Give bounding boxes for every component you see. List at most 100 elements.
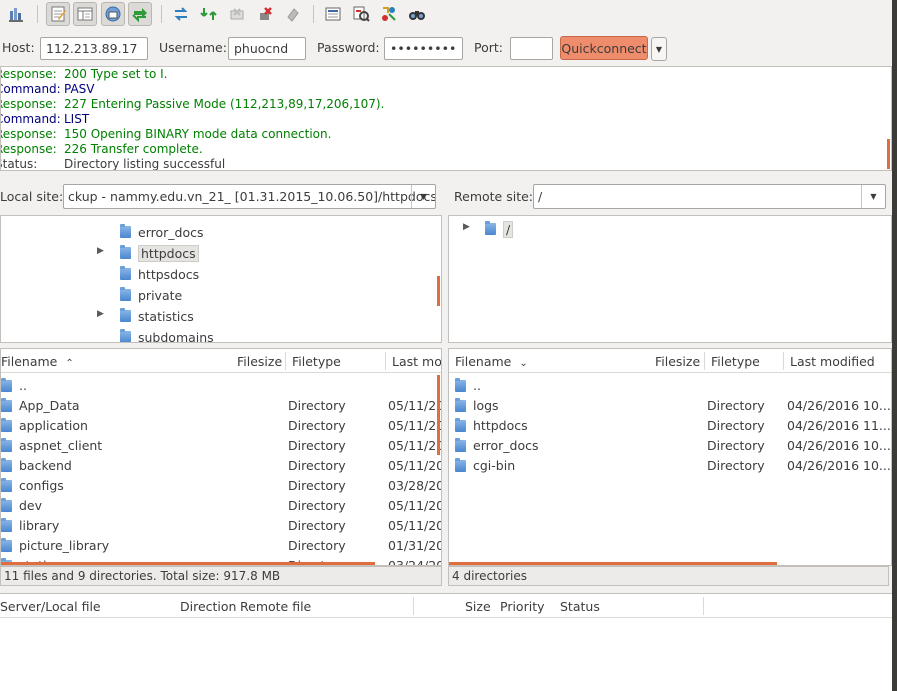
column-size[interactable]: Size: [465, 599, 491, 614]
expand-arrow-icon[interactable]: ▶: [97, 309, 104, 319]
toggle-remote-tree-icon[interactable]: [101, 2, 125, 26]
tree-item[interactable]: subdomains: [120, 327, 214, 343]
log-message: LIST: [64, 112, 90, 126]
file-row[interactable]: aspnet_client Directory 05/11/20: [1, 435, 441, 455]
column-last-modified[interactable]: Last modified: [790, 354, 875, 369]
column-priority[interactable]: Priority: [500, 599, 545, 614]
folder-icon: [120, 308, 131, 322]
folder-icon: [120, 329, 131, 342]
file-name-cell: dev: [1, 497, 42, 513]
cancel-icon[interactable]: [225, 2, 249, 26]
column-status[interactable]: Status: [560, 599, 600, 614]
transfer-queue[interactable]: Server/Local file Direction Remote file …: [0, 593, 892, 691]
reconnect-icon[interactable]: [281, 2, 305, 26]
file-row[interactable]: ..: [449, 375, 891, 395]
file-row[interactable]: configs Directory 03/28/20: [1, 475, 441, 495]
file-row[interactable]: logs Directory 04/26/2016 10...: [449, 395, 891, 415]
port-input[interactable]: [510, 37, 553, 60]
local-list-hscrollbar[interactable]: [1, 562, 375, 565]
file-row[interactable]: backend Directory 05/11/20: [1, 455, 441, 475]
tree-item[interactable]: private: [120, 285, 182, 305]
file-type-cell: Directory: [288, 478, 346, 493]
file-row[interactable]: ..: [1, 375, 441, 395]
file-name: App_Data: [19, 398, 80, 413]
expand-arrow-icon[interactable]: ▶: [97, 246, 104, 256]
local-tree-scrollbar[interactable]: [437, 276, 440, 306]
tree-item-selected[interactable]: httpdocs: [120, 243, 199, 263]
column-filename[interactable]: Filename ⌄: [455, 354, 528, 369]
column-server-local-file[interactable]: Server/Local file: [0, 599, 101, 614]
log-scrollbar[interactable]: [887, 139, 890, 169]
tree-item[interactable]: error_docs: [120, 222, 203, 242]
local-list-vscrollbar[interactable]: [437, 375, 440, 455]
dir-comparison-icon[interactable]: [349, 2, 373, 26]
column-filesize[interactable]: Filesize: [237, 354, 282, 369]
remote-site-label: Remote site:: [454, 189, 533, 204]
password-input[interactable]: [384, 37, 463, 60]
toggle-queue-icon[interactable]: [128, 2, 152, 26]
file-row[interactable]: error_docs Directory 04/26/2016 10...: [449, 435, 891, 455]
file-row[interactable]: dev Directory 05/11/20: [1, 495, 441, 515]
remote-directory-tree[interactable]: ▶ /: [448, 215, 892, 343]
log-message: 200 Type set to I.: [64, 67, 168, 81]
message-log[interactable]: Response: 200 Type set to I. Command: PASV…: [0, 66, 892, 171]
remote-file-list[interactable]: Filename ⌄ Filesize Filetype Last modifi…: [448, 348, 892, 566]
file-row[interactable]: library Directory 05/11/20: [1, 515, 441, 535]
host-input[interactable]: [40, 37, 148, 60]
column-filesize[interactable]: Filesize: [655, 354, 700, 369]
file-name-cell: ..: [1, 377, 27, 393]
column-filetype[interactable]: Filetype: [292, 354, 341, 369]
column-last-modified[interactable]: Last mod: [392, 354, 441, 369]
file-name-cell: App_Data: [1, 397, 80, 413]
file-name-cell: backend: [1, 457, 72, 473]
refresh-icon[interactable]: [169, 2, 193, 26]
remote-list-hscrollbar[interactable]: [449, 562, 777, 565]
file-row[interactable]: picture_library Directory 01/31/20: [1, 535, 441, 555]
disconnect-icon[interactable]: [253, 2, 277, 26]
toggle-message-log-icon[interactable]: [46, 2, 70, 26]
folder-icon: [1, 537, 12, 552]
remote-site-dropdown[interactable]: ▼: [861, 185, 885, 208]
quickconnect-button[interactable]: Quickconnect: [560, 36, 648, 60]
file-row[interactable]: httpdocs Directory 04/26/2016 11...: [449, 415, 891, 435]
directory-listing-filters-icon[interactable]: [321, 2, 345, 26]
tree-item-label: subdomains: [138, 329, 214, 343]
file-type-cell: Directory: [288, 438, 346, 453]
file-name-cell: application: [1, 417, 88, 433]
sync-browsing-icon[interactable]: [377, 2, 401, 26]
tree-item-label: error_docs: [138, 224, 204, 240]
file-name: logs: [473, 398, 499, 413]
search-remote-icon[interactable]: [405, 2, 429, 26]
file-modified-cell: 03/24/20: [388, 558, 442, 566]
local-file-list[interactable]: Filename ⌃ Filesize Filetype Last mod ..…: [0, 348, 442, 566]
column-filetype[interactable]: Filetype: [711, 354, 760, 369]
username-label: Username:: [159, 40, 227, 55]
tree-item[interactable]: statistics: [120, 306, 194, 326]
file-row[interactable]: application Directory 05/11/20: [1, 415, 441, 435]
file-row[interactable]: cgi-bin Directory 04/26/2016 10...: [449, 455, 891, 475]
tree-item[interactable]: httpsdocs: [120, 264, 199, 284]
toggle-local-tree-icon[interactable]: [73, 2, 97, 26]
site-manager-icon[interactable]: [4, 2, 28, 26]
local-file-list-header: Filename ⌃ Filesize Filetype Last mod: [1, 349, 441, 373]
local-site-path-input[interactable]: ckup - nammy.edu.vn_21_ [01.31.2015_10.0…: [63, 184, 436, 209]
process-queue-icon[interactable]: [197, 2, 221, 26]
column-remote-file[interactable]: Remote file: [240, 599, 311, 614]
column-direction[interactable]: Direction: [180, 599, 236, 614]
expand-arrow-icon[interactable]: ▶: [463, 222, 470, 232]
quickconnect-history-dropdown[interactable]: ▼: [651, 37, 667, 61]
remote-site-path-input[interactable]: / ▼: [533, 184, 886, 209]
local-site-dropdown[interactable]: ▼: [411, 185, 435, 208]
file-type-cell: Directory: [707, 458, 765, 473]
file-row[interactable]: App_Data Directory 05/11/20: [1, 395, 441, 415]
file-name: ..: [473, 378, 481, 393]
file-modified-cell: 01/31/20: [388, 538, 442, 553]
username-input[interactable]: [228, 37, 306, 60]
chevron-down-icon: ▼: [420, 192, 427, 201]
chevron-down-icon: ▼: [655, 44, 663, 54]
file-name-cell: cgi-bin: [455, 457, 515, 473]
column-filename[interactable]: Filename ⌃: [1, 354, 74, 369]
tree-item-root[interactable]: /: [485, 219, 514, 239]
local-directory-tree[interactable]: error_docs ▶ httpdocs httpsdocs private …: [0, 215, 442, 343]
file-modified-cell: 05/11/20: [388, 438, 442, 453]
